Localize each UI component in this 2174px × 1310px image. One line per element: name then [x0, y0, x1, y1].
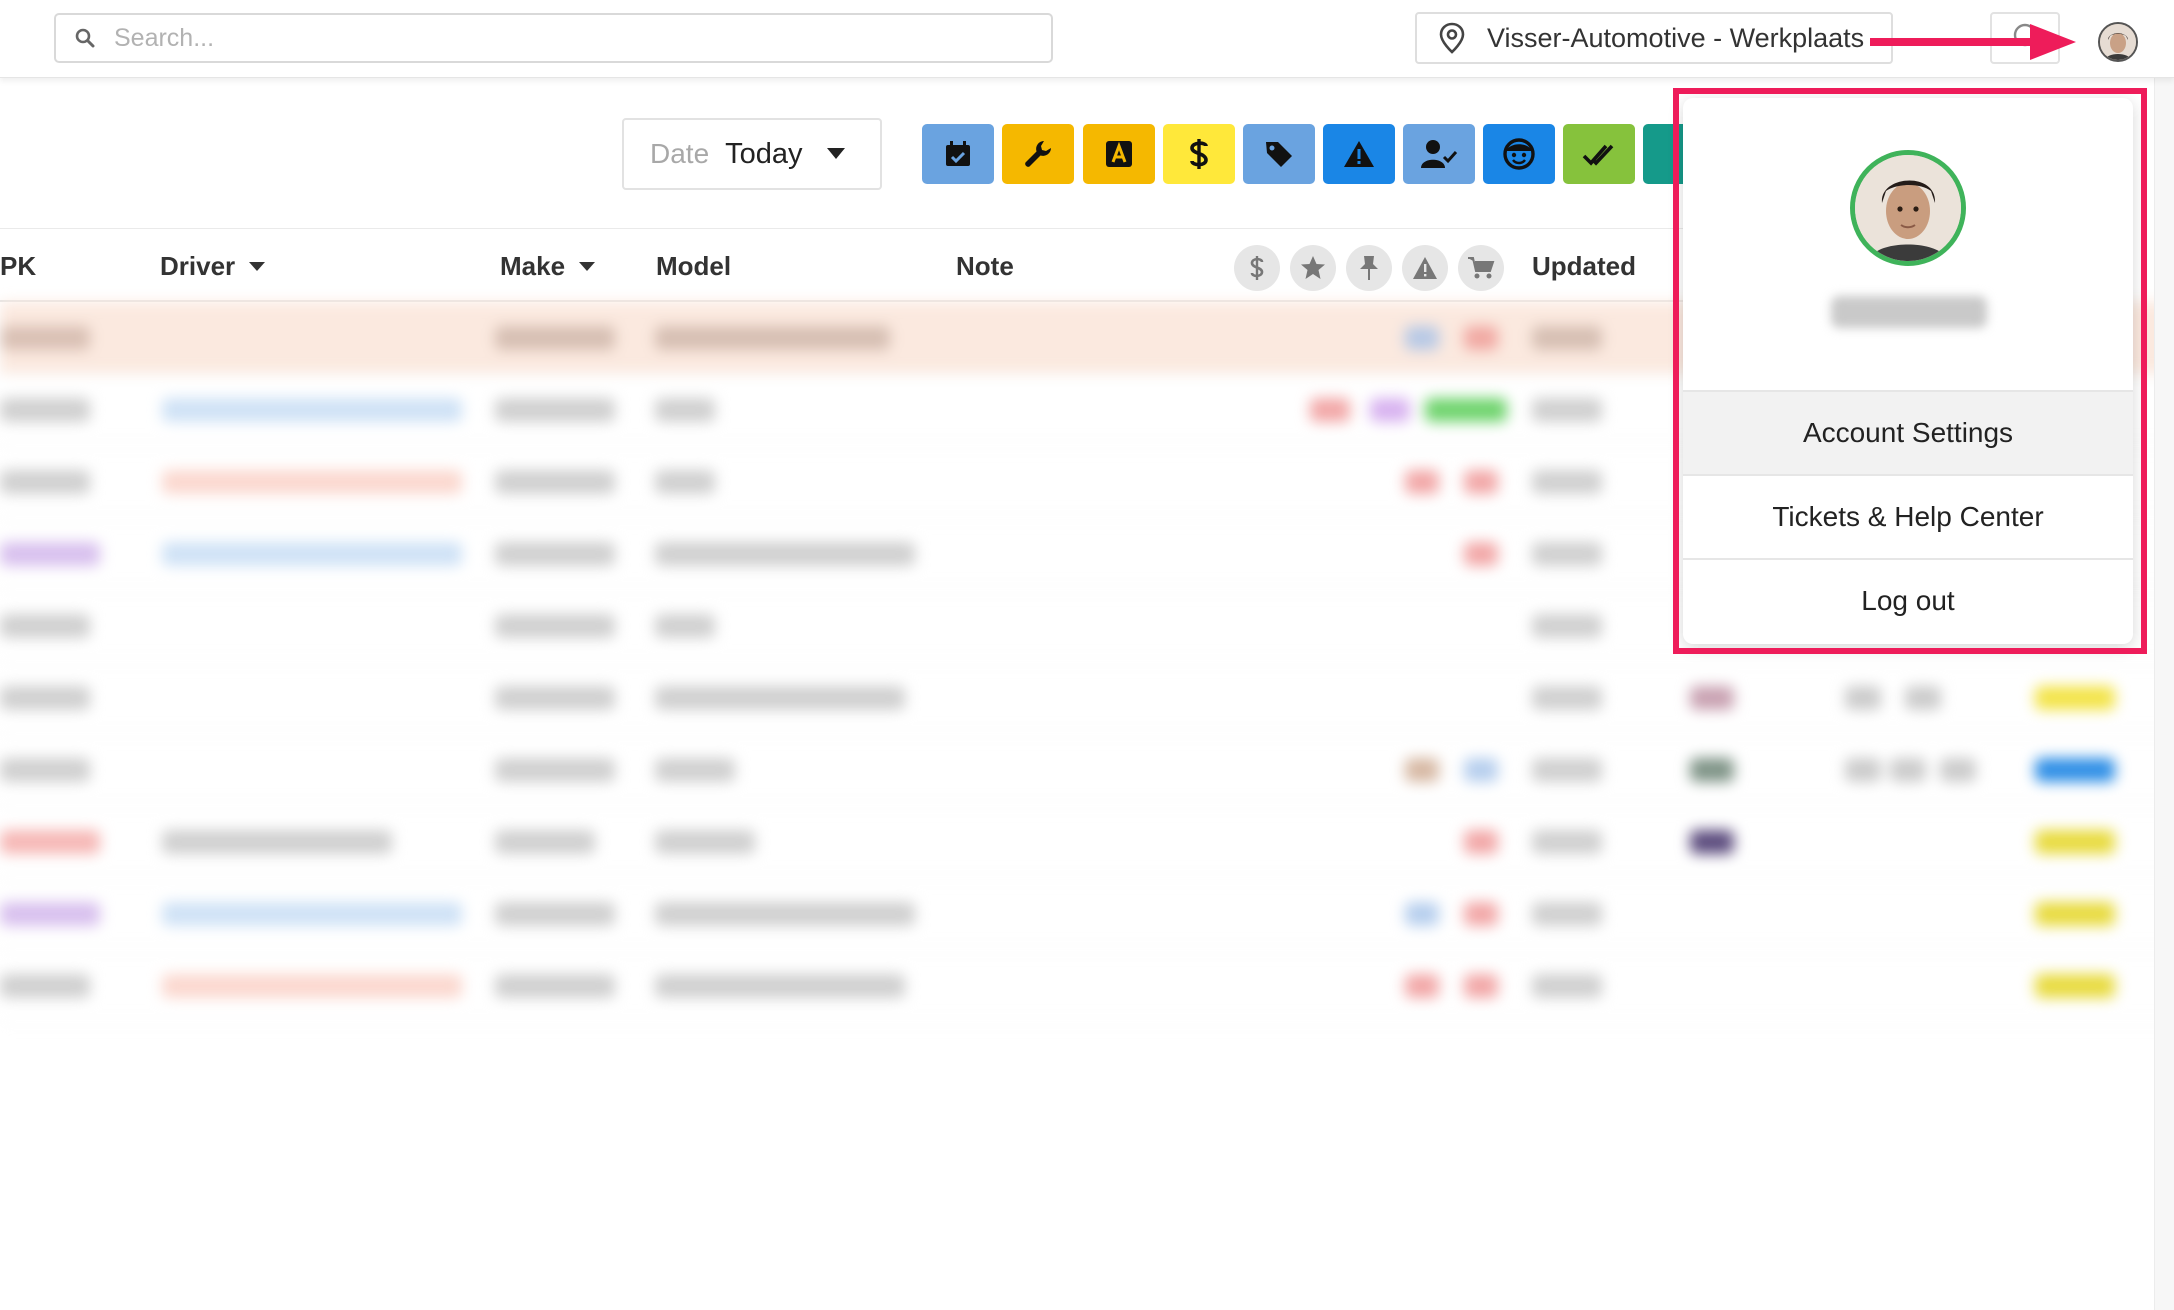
profile-header — [1683, 98, 2133, 390]
cart-icon[interactable] — [1458, 245, 1504, 291]
sort-caret-icon — [579, 261, 596, 272]
user-name-redacted — [1831, 296, 1987, 328]
account-dropdown: Account Settings Tickets & Help Center L… — [1683, 98, 2133, 644]
double-check-icon — [1582, 144, 1614, 166]
filter-letter-a-button[interactable] — [1083, 124, 1155, 184]
filter-user-check-button[interactable] — [1403, 124, 1475, 184]
top-bar: Visser-Automotive - Werkplaats — [0, 0, 2174, 78]
dollar-icon — [1190, 139, 1208, 169]
tickets-help-center-item[interactable]: Tickets & Help Center — [1683, 474, 2133, 558]
date-filter-value: Today — [725, 137, 803, 170]
warning-icon[interactable] — [1402, 245, 1448, 291]
column-header-model[interactable]: Model — [656, 251, 731, 282]
avatar-icon — [2100, 24, 2136, 60]
filter-tag-button[interactable] — [1243, 124, 1315, 184]
filter-calendar-button[interactable] — [922, 124, 994, 184]
column-header-make[interactable]: Make — [500, 251, 596, 282]
column-header-pk[interactable]: PK — [0, 251, 36, 282]
search-icon — [72, 28, 98, 48]
dollar-icon[interactable] — [1234, 245, 1280, 291]
sort-caret-icon — [249, 261, 266, 272]
filter-dollar-button[interactable] — [1163, 124, 1235, 184]
location-selector[interactable]: Visser-Automotive - Werkplaats — [1415, 12, 1893, 64]
face-icon — [1503, 138, 1535, 170]
filter-double-check-button[interactable] — [1563, 124, 1635, 184]
column-header-note[interactable]: Note — [956, 251, 1014, 282]
filter-shield-button[interactable] — [1643, 124, 1683, 184]
table-header: PK Driver Make Model Note Updated — [0, 228, 1690, 302]
warning-icon — [1344, 141, 1374, 167]
profile-avatar — [1850, 150, 1966, 266]
vertical-scrollbar[interactable] — [2154, 78, 2174, 1310]
table-row[interactable] — [0, 950, 2174, 1022]
table-row[interactable] — [0, 734, 2174, 806]
filter-wrench-button[interactable] — [1002, 124, 1074, 184]
user-check-icon — [1421, 140, 1458, 168]
table-row[interactable] — [0, 878, 2174, 950]
pin-icon[interactable] — [1346, 245, 1392, 291]
letter-a-icon — [1106, 141, 1132, 167]
star-icon[interactable] — [1290, 245, 1336, 291]
filter-face-button[interactable] — [1483, 124, 1555, 184]
calendar-check-icon — [946, 141, 970, 166]
table-row[interactable] — [0, 806, 2174, 878]
avatar-icon — [1855, 155, 1961, 261]
search-input[interactable] — [114, 23, 1014, 53]
account-settings-item[interactable]: Account Settings — [1683, 390, 2133, 474]
table-row[interactable] — [0, 662, 2174, 734]
tag-icon — [1266, 142, 1292, 167]
date-filter-label: Date — [650, 138, 710, 169]
log-out-item[interactable]: Log out — [1683, 558, 2133, 642]
annotation-arrow-icon — [1870, 24, 2076, 60]
user-avatar-button[interactable] — [2098, 22, 2138, 62]
wrench-icon — [1025, 141, 1051, 167]
column-header-driver[interactable]: Driver — [160, 251, 266, 282]
filter-warning-button[interactable] — [1323, 124, 1395, 184]
date-filter[interactable]: Date Today — [622, 118, 882, 190]
map-pin-icon — [1439, 22, 1469, 54]
location-name: Visser-Automotive - Werkplaats — [1487, 22, 1865, 53]
chevron-down-icon — [826, 148, 845, 160]
column-header-updated[interactable]: Updated — [1532, 251, 1636, 282]
search-box[interactable] — [54, 13, 1053, 63]
